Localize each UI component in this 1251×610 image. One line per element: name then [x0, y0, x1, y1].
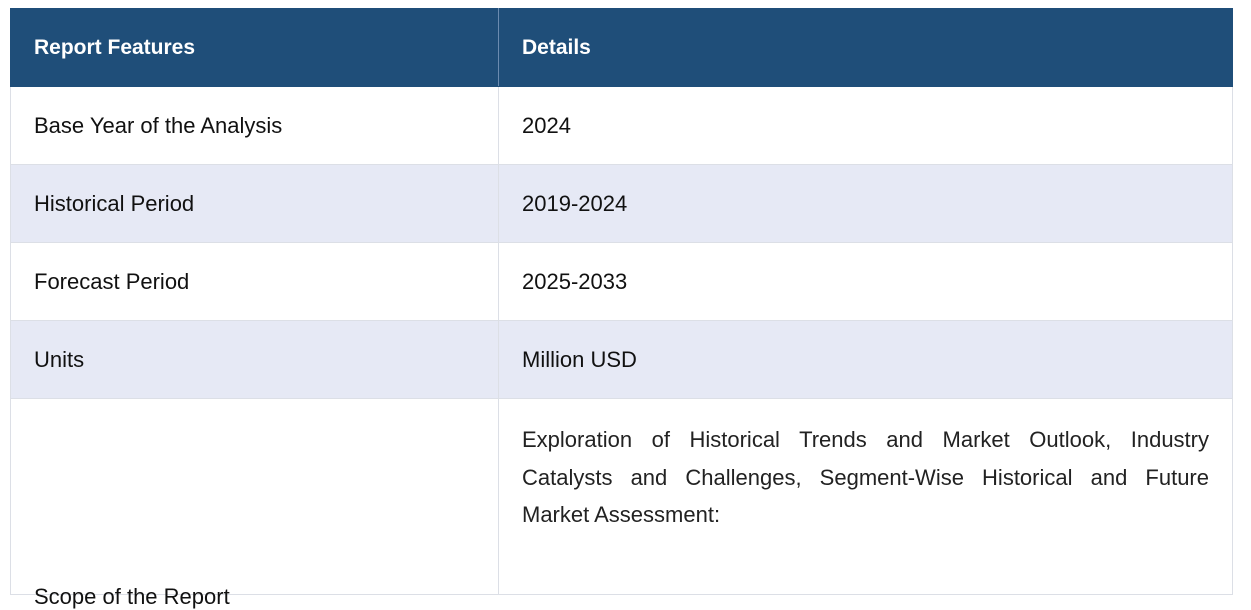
- row-detail-value: 2025-2033: [498, 242, 1233, 321]
- header-report-features: Report Features: [10, 8, 499, 87]
- report-table-container: Report Features Details Base Year of the…: [10, 8, 1233, 609]
- row-feature-label: Base Year of the Analysis: [10, 86, 499, 165]
- table-row: Base Year of the Analysis 2024: [10, 86, 1233, 165]
- table-row: Scope of the Report Exploration of Histo…: [10, 398, 1233, 609]
- table-row: Forecast Period 2025-2033: [10, 242, 1233, 321]
- row-detail-value: Exploration of Historical Trends and Mar…: [522, 427, 1209, 527]
- table-header-row: Report Features Details: [10, 8, 1233, 87]
- report-features-table: Report Features Details Base Year of the…: [10, 8, 1233, 609]
- row-feature-label: Units: [10, 320, 499, 399]
- row-feature-label: Forecast Period: [10, 242, 499, 321]
- row-feature-label-cell: Scope of the Report: [10, 398, 499, 609]
- row-detail-value: 2024: [498, 86, 1233, 165]
- row-feature-label: Scope of the Report: [34, 583, 230, 609]
- header-details: Details: [498, 8, 1233, 87]
- table-row: Historical Period 2019-2024: [10, 164, 1233, 243]
- table-row: Units Million USD: [10, 320, 1233, 399]
- row-feature-label: Historical Period: [10, 164, 499, 243]
- row-detail-value: 2019-2024: [498, 164, 1233, 243]
- row-detail-value: Million USD: [498, 320, 1233, 399]
- row-detail-cell: Exploration of Historical Trends and Mar…: [498, 398, 1233, 595]
